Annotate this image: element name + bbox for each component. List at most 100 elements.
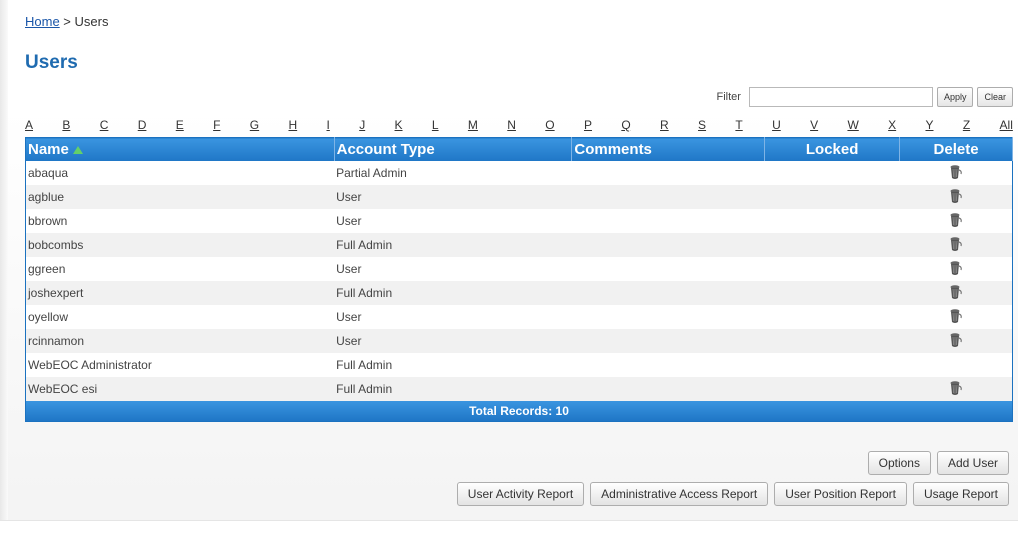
cell-comments bbox=[571, 377, 765, 401]
apply-button[interactable]: Apply bbox=[936, 87, 974, 107]
cell-name: joshexpert bbox=[25, 281, 335, 305]
alphabet-link-h[interactable]: H bbox=[288, 118, 297, 132]
alphabet-link-n[interactable]: N bbox=[507, 118, 516, 132]
cell-account-type: User bbox=[334, 257, 572, 281]
options-button[interactable]: Options bbox=[867, 451, 931, 475]
breadcrumb-home-link[interactable]: Home bbox=[25, 14, 60, 29]
column-header-locked[interactable]: Locked bbox=[764, 137, 901, 161]
cell-account-type: Full Admin bbox=[334, 377, 572, 401]
trash-icon[interactable] bbox=[949, 380, 963, 396]
alphabet-link-p[interactable]: P bbox=[584, 118, 592, 132]
alphabet-link-t[interactable]: T bbox=[735, 118, 742, 132]
clear-button[interactable]: Clear bbox=[977, 87, 1013, 107]
sort-ascending-icon[interactable] bbox=[72, 146, 83, 155]
alphabet-link-i[interactable]: I bbox=[327, 118, 330, 132]
table-row[interactable]: ggreen User bbox=[25, 257, 1013, 281]
cell-locked bbox=[764, 185, 900, 209]
table-row[interactable]: WebEOC esi Full Admin bbox=[25, 377, 1013, 401]
table-row[interactable]: WebEOC Administrator Full Admin bbox=[25, 353, 1013, 377]
table-row[interactable]: agblue User bbox=[25, 185, 1013, 209]
cell-name: agblue bbox=[25, 185, 335, 209]
administrative-access-report-button[interactable]: Administrative Access Report bbox=[590, 482, 769, 506]
cell-name: WebEOC Administrator bbox=[25, 353, 335, 377]
alphabet-link-g[interactable]: G bbox=[250, 118, 259, 132]
page-title: Users bbox=[25, 52, 78, 73]
cell-name: bbrown bbox=[25, 209, 335, 233]
filter-label: Filter bbox=[716, 91, 741, 103]
cell-comments bbox=[571, 281, 765, 305]
alphabet-link-a[interactable]: A bbox=[25, 118, 33, 132]
trash-icon[interactable] bbox=[949, 188, 963, 204]
total-records: Total Records: 10 bbox=[25, 401, 1013, 422]
table-header-row: Name Account Type Comments Locked Delete bbox=[25, 137, 1013, 161]
cell-comments bbox=[571, 353, 765, 377]
bottom-border bbox=[0, 520, 1018, 542]
cell-comments bbox=[571, 185, 765, 209]
alphabet-link-o[interactable]: O bbox=[545, 118, 554, 132]
cell-delete bbox=[899, 281, 1013, 305]
cell-delete bbox=[899, 377, 1013, 401]
trash-icon[interactable] bbox=[949, 284, 963, 300]
cell-name: WebEOC esi bbox=[25, 377, 335, 401]
table-row[interactable]: joshexpert Full Admin bbox=[25, 281, 1013, 305]
filter-row: Filter Apply Clear bbox=[717, 86, 1013, 108]
alphabet-link-y[interactable]: Y bbox=[925, 118, 933, 132]
table-row[interactable]: bbrown User bbox=[25, 209, 1013, 233]
cell-name: abaqua bbox=[25, 161, 335, 185]
cell-account-type: Full Admin bbox=[334, 353, 572, 377]
alphabet-link-z[interactable]: Z bbox=[963, 118, 970, 132]
alphabet-link-v[interactable]: V bbox=[810, 118, 818, 132]
cell-locked bbox=[764, 353, 900, 377]
alphabet-link-r[interactable]: R bbox=[660, 118, 669, 132]
alphabet-filter: A B C D E F G H I J K L M N O P Q R S T U V W X Y Z All bbox=[25, 117, 1013, 133]
breadcrumb-separator: > bbox=[59, 14, 75, 29]
trash-icon[interactable] bbox=[949, 332, 963, 348]
cell-account-type: User bbox=[334, 329, 572, 353]
trash-icon[interactable] bbox=[949, 236, 963, 252]
alphabet-link-all[interactable]: All bbox=[1000, 118, 1013, 132]
table-row[interactable]: bobcombs Full Admin bbox=[25, 233, 1013, 257]
report-actions: User Activity Report Administrative Acce… bbox=[456, 482, 1009, 506]
users-table: Name Account Type Comments Locked Delete… bbox=[25, 137, 1013, 422]
filter-input[interactable] bbox=[748, 87, 933, 107]
trash-icon[interactable] bbox=[949, 164, 963, 180]
alphabet-link-u[interactable]: U bbox=[772, 118, 781, 132]
alphabet-link-d[interactable]: D bbox=[138, 118, 147, 132]
cell-comments bbox=[571, 329, 765, 353]
alphabet-link-w[interactable]: W bbox=[847, 118, 858, 132]
user-activity-report-button[interactable]: User Activity Report bbox=[456, 482, 585, 506]
alphabet-link-f[interactable]: F bbox=[213, 118, 220, 132]
cell-name: oyellow bbox=[25, 305, 335, 329]
table-row[interactable]: oyellow User bbox=[25, 305, 1013, 329]
cell-delete bbox=[899, 161, 1013, 185]
usage-report-button[interactable]: Usage Report bbox=[912, 482, 1009, 506]
alphabet-link-e[interactable]: E bbox=[176, 118, 184, 132]
trash-icon[interactable] bbox=[949, 212, 963, 228]
alphabet-link-c[interactable]: C bbox=[100, 118, 109, 132]
alphabet-link-j[interactable]: J bbox=[359, 118, 365, 132]
cell-name: bobcombs bbox=[25, 233, 335, 257]
alphabet-link-k[interactable]: K bbox=[395, 118, 403, 132]
column-header-account-type[interactable]: Account Type bbox=[334, 137, 573, 161]
table-row[interactable]: abaqua Partial Admin bbox=[25, 161, 1013, 185]
add-user-button[interactable]: Add User bbox=[936, 451, 1009, 475]
alphabet-link-q[interactable]: Q bbox=[621, 118, 630, 132]
trash-icon[interactable] bbox=[949, 308, 963, 324]
alphabet-link-x[interactable]: X bbox=[888, 118, 896, 132]
cell-comments bbox=[571, 233, 765, 257]
column-header-name-label: Name bbox=[28, 141, 69, 158]
trash-icon[interactable] bbox=[949, 260, 963, 276]
alphabet-link-b[interactable]: B bbox=[62, 118, 70, 132]
alphabet-link-s[interactable]: S bbox=[698, 118, 706, 132]
cell-account-type: User bbox=[334, 209, 572, 233]
table-row[interactable]: rcinnamon User bbox=[25, 329, 1013, 353]
cell-locked bbox=[764, 281, 900, 305]
cell-locked bbox=[764, 233, 900, 257]
cell-locked bbox=[764, 161, 900, 185]
user-position-report-button[interactable]: User Position Report bbox=[774, 482, 907, 506]
breadcrumb-current: Users bbox=[74, 14, 109, 29]
column-header-name[interactable]: Name bbox=[25, 137, 335, 161]
alphabet-link-l[interactable]: L bbox=[432, 118, 439, 132]
alphabet-link-m[interactable]: M bbox=[468, 118, 478, 132]
column-header-comments[interactable]: Comments bbox=[571, 137, 766, 161]
